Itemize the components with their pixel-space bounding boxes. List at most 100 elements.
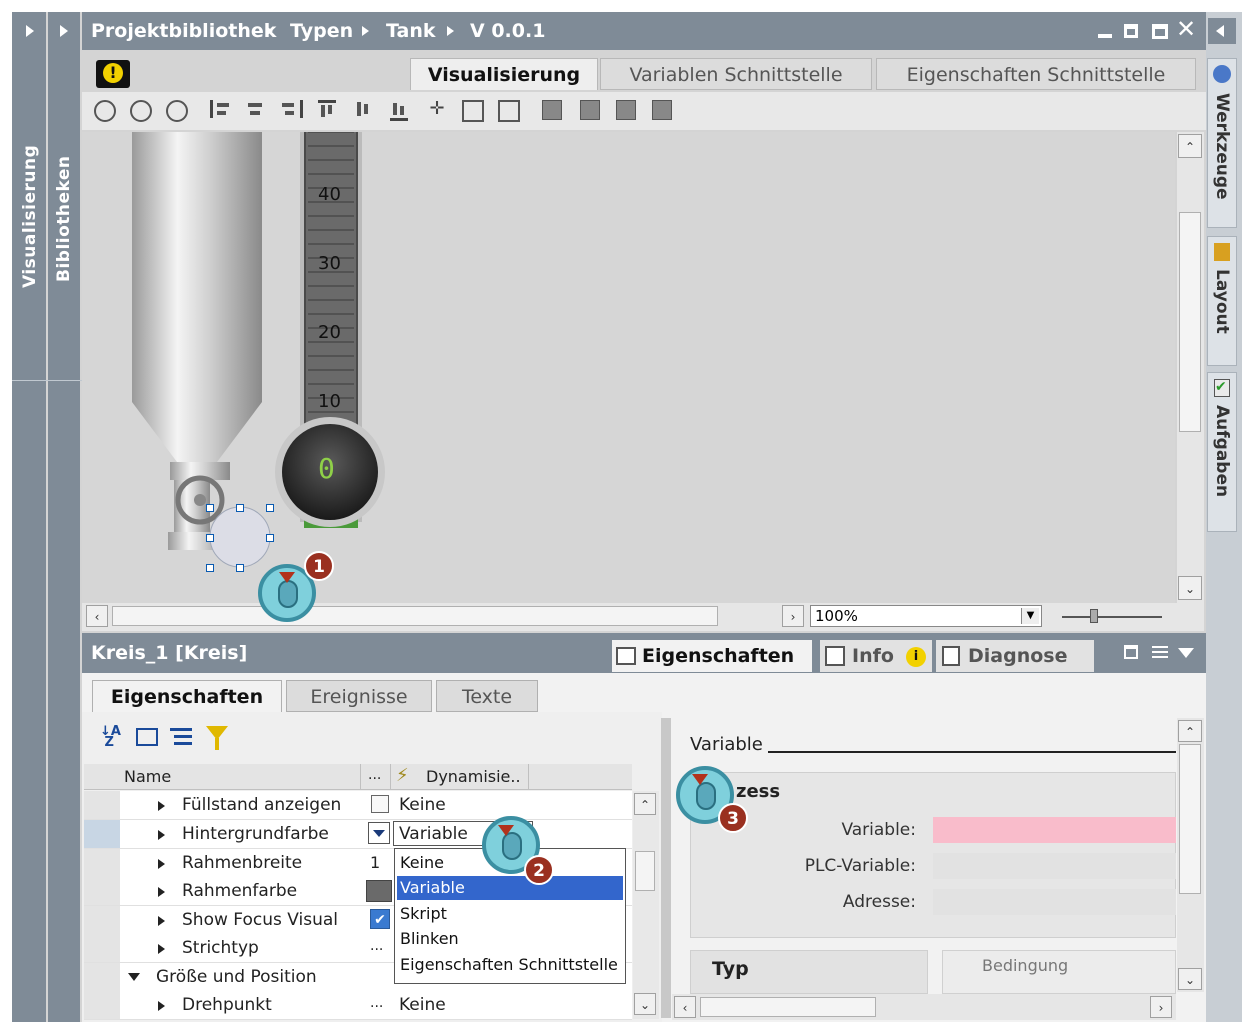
float-icon[interactable] <box>1124 645 1138 659</box>
restore-icon[interactable] <box>1124 24 1138 38</box>
scroll-up-button[interactable]: ⌃ <box>1178 720 1202 742</box>
checkbox[interactable] <box>371 795 389 813</box>
bring-to-front-icon[interactable] <box>542 100 562 120</box>
zoom-select[interactable]: 100% ▼ <box>810 605 1042 627</box>
table-scrollbar[interactable]: ⌃ ⌄ <box>633 791 659 1019</box>
chevron-down-icon[interactable]: ▼ <box>1021 608 1039 624</box>
selection-handle[interactable] <box>266 504 274 512</box>
collapse-arrow-icon[interactable] <box>1208 18 1236 44</box>
breadcrumb-item[interactable]: Typen <box>290 20 353 42</box>
flip-horizontal-icon[interactable] <box>130 100 152 122</box>
tank-graphic[interactable] <box>132 132 262 550</box>
tab-info[interactable]: Info i <box>820 640 932 672</box>
scroll-right-button[interactable]: › <box>1150 996 1172 1018</box>
tab-eigenschaften-schnittstelle[interactable]: Eigenschaften Schnittstelle <box>876 58 1196 90</box>
kreis-1-selected[interactable] <box>209 506 271 568</box>
send-to-back-icon[interactable] <box>580 100 600 120</box>
sort-az-icon[interactable]: ↓A Z <box>100 725 122 749</box>
breadcrumb-item[interactable]: Tank <box>386 20 436 42</box>
subtab-eigenschaften[interactable]: Eigenschaften <box>92 680 282 712</box>
row-static[interactable]: ... <box>370 938 383 954</box>
breadcrumb-item[interactable]: V 0.0.1 <box>470 20 545 42</box>
group-icon[interactable] <box>136 728 158 746</box>
selection-handle[interactable] <box>236 564 244 572</box>
align-center-icon[interactable] <box>246 100 264 118</box>
row-static[interactable]: ... <box>370 995 383 1011</box>
tab-variablen-schnittstelle[interactable]: Variablen Schnittstelle <box>600 58 872 90</box>
align-left-icon[interactable] <box>210 100 231 118</box>
sidebar-tab-bibliotheken[interactable]: Bibliotheken <box>54 155 74 282</box>
list-icon[interactable] <box>170 728 192 746</box>
scroll-thumb[interactable] <box>635 851 655 891</box>
scroll-down-button[interactable]: ⌄ <box>1178 576 1202 600</box>
color-swatch[interactable] <box>366 880 392 902</box>
dropdown-option[interactable]: Blinken <box>397 927 623 951</box>
zoom-slider-handle[interactable] <box>1090 609 1098 623</box>
table-row[interactable]: Füllstand anzeigen Keine <box>84 791 632 820</box>
subtab-texte[interactable]: Texte <box>436 680 538 712</box>
row-dynamic[interactable]: Variable <box>399 824 468 844</box>
minimize-icon[interactable] <box>1098 34 1112 38</box>
sidebar-tab-layout[interactable]: Layout <box>1207 236 1237 366</box>
tab-visualisierung[interactable]: Visualisierung <box>410 58 598 90</box>
center-icon[interactable]: ✛ <box>428 100 446 118</box>
pane-splitter[interactable] <box>661 718 671 1018</box>
row-dynamic[interactable]: Keine <box>399 995 446 1015</box>
sidebar-tab-aufgaben[interactable]: Aufgaben ✔ <box>1207 372 1237 532</box>
distribute-vertical-icon[interactable] <box>498 100 520 122</box>
variable-input[interactable] <box>933 817 1176 843</box>
bring-forward-icon[interactable] <box>616 100 636 120</box>
dropdown-option[interactable]: Skript <box>397 902 623 926</box>
scroll-thumb[interactable] <box>112 606 718 626</box>
align-top-icon[interactable] <box>318 100 336 121</box>
canvas-vertical-scrollbar[interactable]: ⌃ ⌄ <box>1177 132 1204 603</box>
column-name[interactable]: Name <box>124 767 171 786</box>
flip-vertical-icon[interactable] <box>166 100 188 122</box>
selection-handle[interactable] <box>206 534 214 542</box>
color-picker-button[interactable] <box>368 822 390 844</box>
row-dynamic[interactable]: Keine <box>399 795 446 815</box>
selection-handle[interactable] <box>236 504 244 512</box>
dropdown-option-selected[interactable]: Variable <box>397 876 623 900</box>
selection-handle[interactable] <box>206 564 214 572</box>
scroll-up-button[interactable]: ⌃ <box>634 793 656 815</box>
scroll-thumb[interactable] <box>700 997 876 1017</box>
row-static[interactable]: 1 <box>370 853 380 872</box>
column-dynamisierung[interactable]: Dynamisie.. <box>426 767 521 786</box>
menu-icon[interactable] <box>1152 646 1168 659</box>
scroll-right-button[interactable]: › <box>782 605 804 627</box>
scroll-down-button[interactable]: ⌄ <box>634 993 656 1015</box>
sidebar-tab-werkzeuge[interactable]: Werkzeuge <box>1207 58 1237 228</box>
send-backward-icon[interactable] <box>652 100 672 120</box>
scroll-up-button[interactable]: ⌃ <box>1178 134 1202 158</box>
design-canvas[interactable]: 40 30 20 10 0 <box>82 132 1175 603</box>
detail-scrollbar[interactable]: ⌃ ⌄ <box>1177 718 1204 992</box>
expand-arrow-icon[interactable] <box>56 20 76 42</box>
subtab-ereignisse[interactable]: Ereignisse <box>286 680 432 712</box>
tab-eigenschaften-inspector[interactable]: Eigenschaften <box>612 640 812 672</box>
column-static[interactable]: ... <box>368 767 381 783</box>
table-row[interactable]: Hintergrundfarbe Variable <box>84 820 632 849</box>
scroll-left-button[interactable]: ‹ <box>86 605 108 627</box>
dropdown-option[interactable]: Eigenschaften Schnittstelle <box>397 953 623 977</box>
breadcrumb-item[interactable]: Projektbibliothek <box>91 20 276 42</box>
scroll-thumb[interactable] <box>1179 744 1201 894</box>
checkbox-checked[interactable]: ✔ <box>370 909 390 929</box>
close-icon[interactable]: ✕ <box>1176 17 1198 41</box>
tab-diagnose[interactable]: Diagnose <box>936 640 1094 672</box>
scroll-thumb[interactable] <box>1179 212 1201 432</box>
align-middle-icon[interactable] <box>354 100 372 118</box>
scroll-left-button[interactable]: ‹ <box>674 996 696 1018</box>
maximize-icon[interactable] <box>1152 24 1168 39</box>
selection-handle[interactable] <box>206 504 214 512</box>
table-row[interactable]: Drehpunkt ... Keine <box>84 991 632 1020</box>
expand-arrow-icon[interactable] <box>22 20 42 42</box>
canvas-horizontal-scrollbar[interactable]: ‹ › 100% ▼ <box>82 603 1204 631</box>
selection-handle[interactable] <box>266 534 274 542</box>
bedingung-header[interactable]: Bedingung <box>982 956 1068 975</box>
distribute-horizontal-icon[interactable] <box>462 100 484 122</box>
warning-icon[interactable]: ! <box>96 60 130 88</box>
scroll-down-button[interactable]: ⌄ <box>1178 968 1202 990</box>
detail-horizontal-scrollbar[interactable]: ‹ › <box>672 994 1176 1020</box>
collapse-icon[interactable] <box>128 973 140 981</box>
